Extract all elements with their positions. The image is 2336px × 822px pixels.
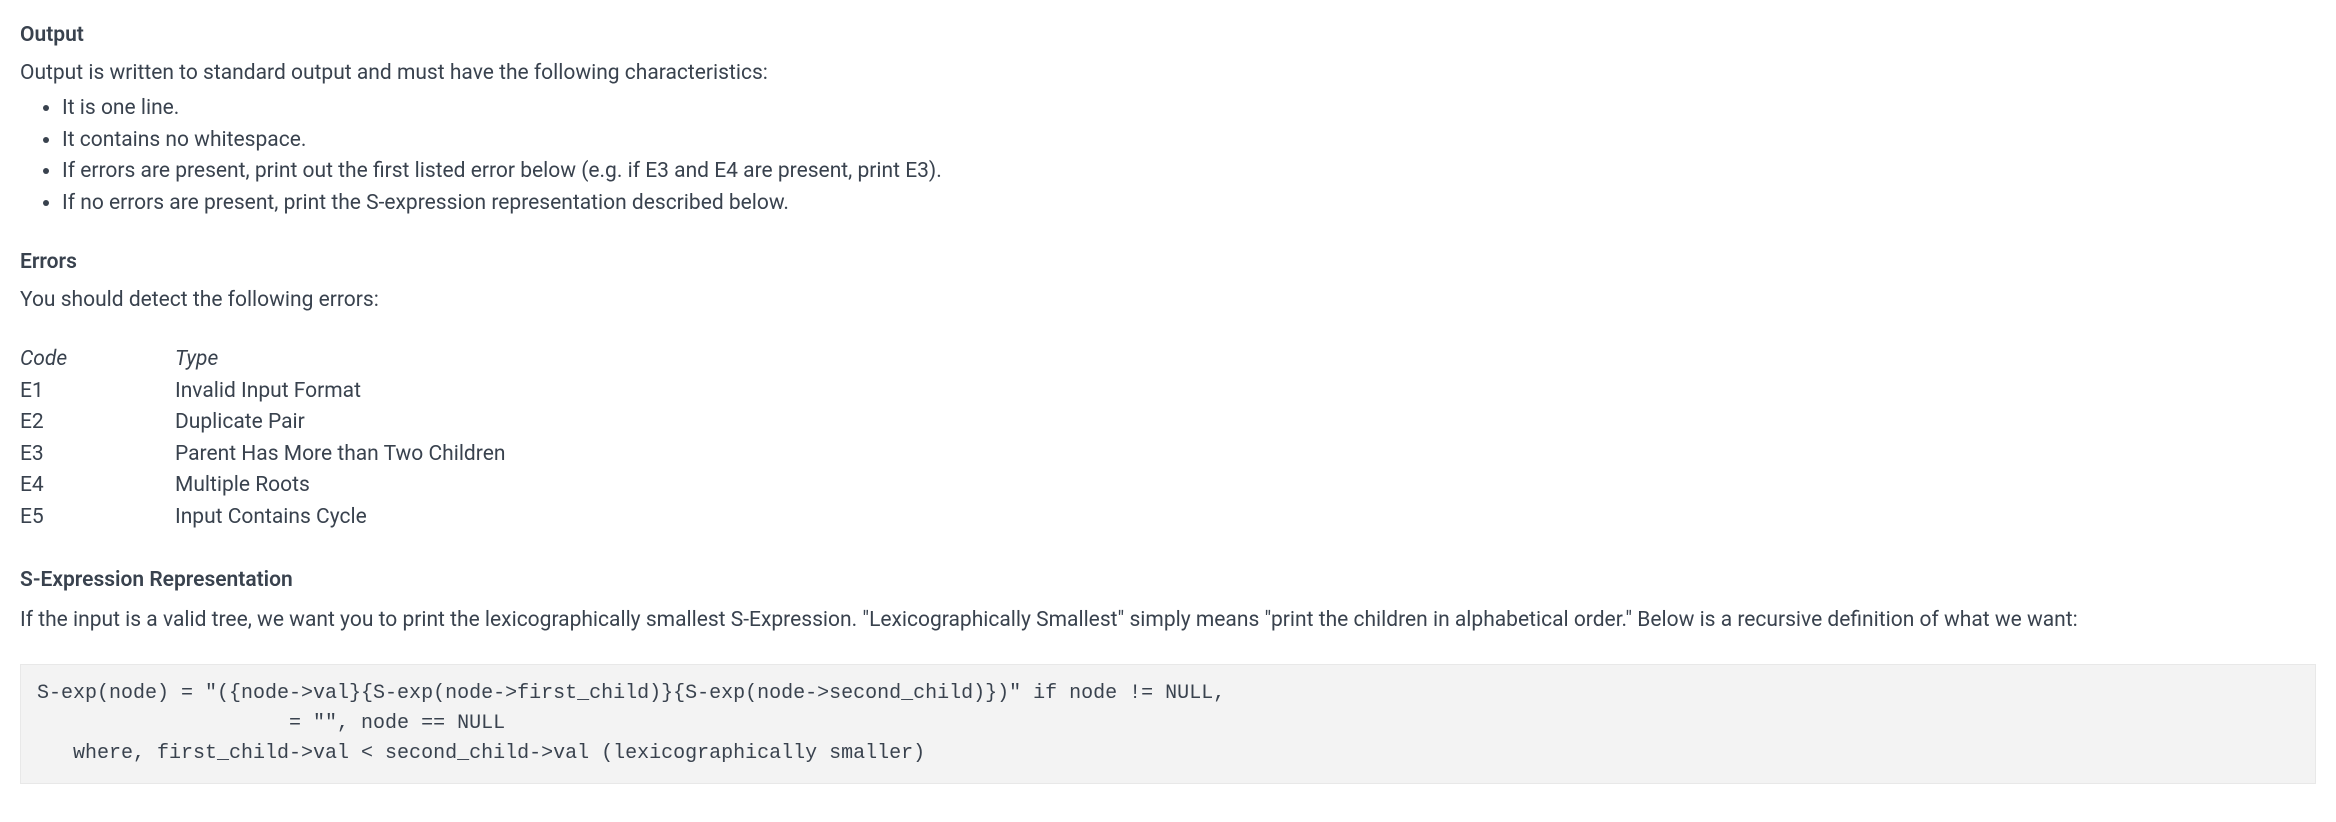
errors-heading: Errors xyxy=(20,247,2316,279)
table-row: E1 Invalid Input Format xyxy=(20,376,2316,408)
error-code: E3 xyxy=(20,439,175,471)
error-type: Parent Has More than Two Children xyxy=(175,439,2316,471)
errors-table-header: Code Type xyxy=(20,344,2316,376)
errors-section: Errors You should detect the following e… xyxy=(20,247,2316,533)
error-code: E4 xyxy=(20,470,175,502)
error-code: E1 xyxy=(20,376,175,408)
errors-table: Code Type E1 Invalid Input Format E2 Dup… xyxy=(20,344,2316,533)
error-type: Duplicate Pair xyxy=(175,407,2316,439)
error-type: Invalid Input Format xyxy=(175,376,2316,408)
error-type: Input Contains Cycle xyxy=(175,502,2316,534)
errors-header-code: Code xyxy=(20,344,175,376)
output-heading: Output xyxy=(20,20,2316,52)
table-row: E3 Parent Has More than Two Children xyxy=(20,439,2316,471)
list-item: It contains no whitespace. xyxy=(62,125,2316,157)
output-section: Output Output is written to standard out… xyxy=(20,20,2316,219)
output-bullet-list: It is one line. It contains no whitespac… xyxy=(20,93,2316,219)
output-intro: Output is written to standard output and… xyxy=(20,58,2316,90)
list-item: If no errors are present, print the S-ex… xyxy=(62,188,2316,220)
errors-intro: You should detect the following errors: xyxy=(20,285,2316,317)
sexp-heading: S-Expression Representation xyxy=(20,565,2316,597)
table-row: E4 Multiple Roots xyxy=(20,470,2316,502)
list-item: It is one line. xyxy=(62,93,2316,125)
table-row: E5 Input Contains Cycle xyxy=(20,502,2316,534)
table-row: E2 Duplicate Pair xyxy=(20,407,2316,439)
error-code: E5 xyxy=(20,502,175,534)
error-code: E2 xyxy=(20,407,175,439)
sexp-section: S-Expression Representation If the input… xyxy=(20,565,2316,784)
sexp-code-block: S-exp(node) = "({node->val}{S-exp(node->… xyxy=(20,664,2316,784)
errors-header-type: Type xyxy=(175,344,2316,376)
sexp-intro: If the input is a valid tree, we want yo… xyxy=(20,605,2316,637)
list-item: If errors are present, print out the fir… xyxy=(62,156,2316,188)
error-type: Multiple Roots xyxy=(175,470,2316,502)
